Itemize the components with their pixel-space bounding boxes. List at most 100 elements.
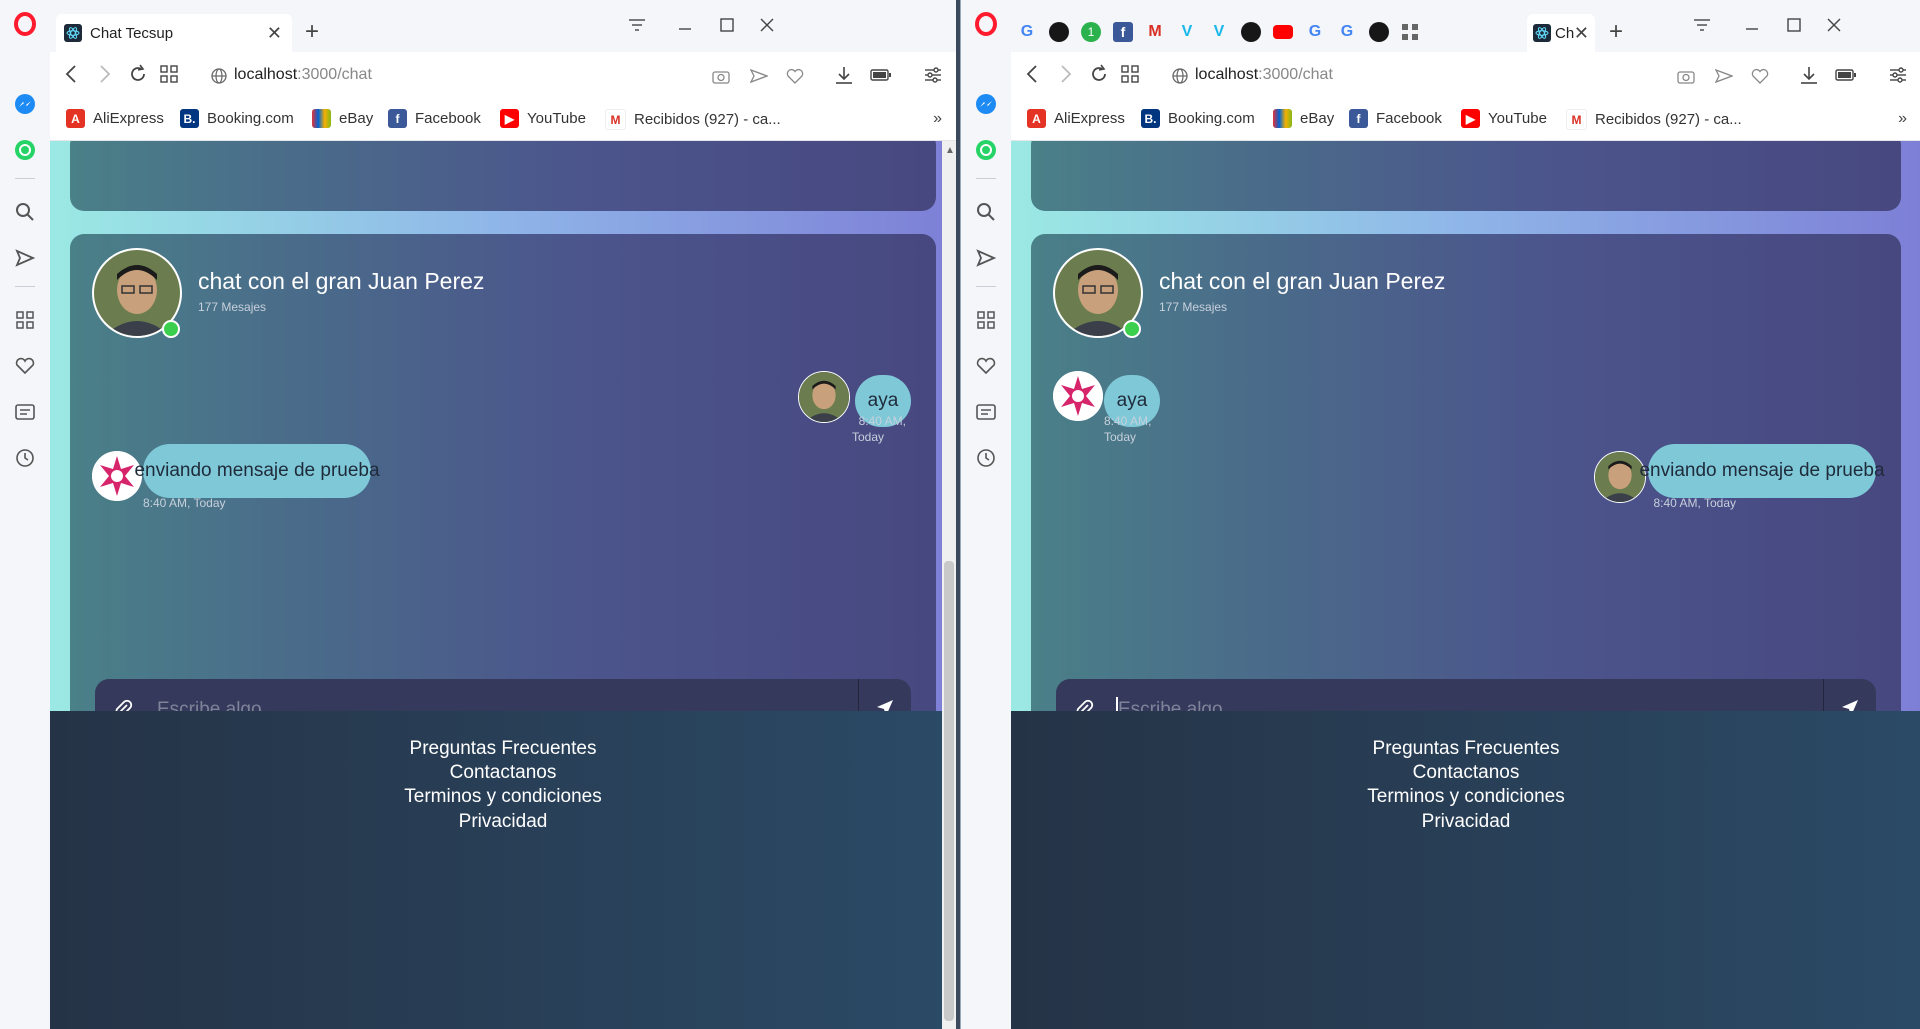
google-tab-icon[interactable]: G: [1337, 22, 1357, 42]
footer-link-faq[interactable]: Preguntas Frecuentes: [50, 738, 956, 760]
bookmark-facebook[interactable]: f Facebook: [388, 109, 481, 128]
opera-logo-icon[interactable]: [13, 12, 37, 36]
globe-icon[interactable]: [1171, 67, 1189, 90]
app-tab-icon[interactable]: 1: [1081, 22, 1101, 42]
forward-icon[interactable]: [98, 64, 112, 89]
reload-icon[interactable]: [1089, 64, 1109, 89]
bookmark-youtube[interactable]: ▶ YouTube: [500, 109, 586, 128]
google-tab-icon[interactable]: G: [1305, 22, 1325, 42]
bookmark-booking[interactable]: B. Booking.com: [1141, 109, 1255, 128]
messenger-icon[interactable]: [974, 92, 998, 116]
bookmark-aliexpress[interactable]: A AliExpress: [1027, 109, 1125, 128]
history-icon[interactable]: [974, 446, 998, 470]
bookmark-label: eBay: [1300, 110, 1335, 127]
speed-dial-icon[interactable]: [974, 308, 998, 332]
send-icon[interactable]: [974, 246, 998, 270]
bookmark-gmail[interactable]: M Recibidos (927) - ca...: [1566, 109, 1742, 130]
send-page-icon[interactable]: [749, 68, 769, 89]
send-page-icon[interactable]: [1714, 68, 1734, 89]
minimize-icon[interactable]: [1741, 14, 1763, 36]
bookmark-booking[interactable]: B. Booking.com: [180, 109, 294, 128]
search-icon[interactable]: [13, 200, 37, 224]
vimeo-tab-icon[interactable]: V: [1177, 22, 1197, 42]
url-host: localhost: [1195, 66, 1259, 83]
whatsapp-icon[interactable]: [974, 138, 998, 162]
camera-icon[interactable]: [712, 68, 730, 89]
speed-dial-tab-icon[interactable]: [1401, 23, 1419, 41]
bookmark-gmail[interactable]: M Recibidos (927) - ca...: [605, 109, 781, 130]
download-icon[interactable]: [835, 66, 853, 89]
bookmark-heart-icon[interactable]: [786, 68, 804, 89]
new-tab-icon[interactable]: +: [305, 18, 319, 46]
news-icon[interactable]: [974, 400, 998, 424]
tab-menu-icon[interactable]: [1691, 14, 1713, 36]
bookmark-facebook[interactable]: f Facebook: [1349, 109, 1442, 128]
minimize-icon[interactable]: [674, 14, 696, 36]
bookmark-ebay[interactable]: eBay: [1273, 109, 1334, 128]
url-field[interactable]: localhost:3000/chat: [234, 66, 372, 84]
maximize-icon[interactable]: [1783, 14, 1805, 36]
tab-menu-icon[interactable]: [626, 14, 648, 36]
maximize-icon[interactable]: [716, 14, 738, 36]
close-tab-icon[interactable]: ✕: [1574, 23, 1589, 44]
close-window-icon[interactable]: [1823, 14, 1845, 36]
opera-logo-icon[interactable]: [974, 12, 998, 36]
messenger-icon[interactable]: [13, 92, 37, 116]
footer-link-faq[interactable]: Preguntas Frecuentes: [1011, 738, 1920, 760]
download-icon[interactable]: [1800, 66, 1818, 89]
whatsapp-icon[interactable]: [13, 138, 37, 162]
close-tab-icon[interactable]: ✕: [267, 23, 282, 44]
globe-icon[interactable]: [210, 67, 228, 90]
url-field[interactable]: localhost:3000/chat: [1195, 66, 1333, 84]
vimeo-tab-icon[interactable]: V: [1209, 22, 1229, 42]
gmail-tab-icon[interactable]: M: [1145, 22, 1165, 42]
google-tab-icon[interactable]: G: [1017, 22, 1037, 42]
send-icon[interactable]: [13, 246, 37, 270]
bookmark-label: YouTube: [527, 110, 586, 127]
speed-dial-icon[interactable]: [13, 308, 37, 332]
easy-setup-icon[interactable]: [924, 66, 942, 89]
heart-icon[interactable]: [974, 354, 998, 378]
scrollbar-thumb[interactable]: [944, 561, 954, 1021]
tab-chat-tecsup[interactable]: Ch ✕: [1527, 14, 1595, 52]
bookmark-aliexpress[interactable]: A AliExpress: [66, 109, 164, 128]
youtube-tab-icon[interactable]: [1273, 25, 1293, 39]
forward-icon[interactable]: [1059, 64, 1073, 89]
footer-link-contact[interactable]: Contactanos: [50, 762, 956, 784]
tab-chat-tecsup[interactable]: Chat Tecsup ✕: [56, 14, 292, 52]
back-icon[interactable]: [64, 64, 78, 89]
heart-icon[interactable]: [13, 354, 37, 378]
scroll-up-icon[interactable]: ▲: [945, 145, 955, 156]
facebook-tab-icon[interactable]: f: [1113, 22, 1133, 42]
tab-title: Ch: [1555, 24, 1575, 42]
bookmark-label: Facebook: [1376, 110, 1442, 127]
news-icon[interactable]: [13, 400, 37, 424]
speed-dial-icon[interactable]: [160, 65, 178, 88]
reload-icon[interactable]: [128, 64, 148, 89]
search-icon[interactable]: [974, 200, 998, 224]
more-bookmarks-icon[interactable]: »: [1898, 110, 1907, 128]
bookmark-ebay[interactable]: eBay: [312, 109, 373, 128]
github-tab-icon[interactable]: [1369, 22, 1389, 42]
footer-link-privacy[interactable]: Privacidad: [1011, 811, 1920, 833]
github-tab-icon[interactable]: [1049, 22, 1069, 42]
scrollbar[interactable]: ▲: [942, 141, 956, 1029]
camera-icon[interactable]: [1677, 68, 1695, 89]
new-tab-icon[interactable]: +: [1609, 18, 1623, 46]
bookmark-heart-icon[interactable]: [1751, 68, 1769, 89]
close-window-icon[interactable]: [756, 14, 778, 36]
easy-setup-icon[interactable]: [1889, 66, 1907, 89]
github-tab-icon[interactable]: [1241, 22, 1261, 42]
footer-link-privacy[interactable]: Privacidad: [50, 811, 956, 833]
address-bar: localhost:3000/chat: [50, 52, 956, 100]
battery-icon[interactable]: [1835, 68, 1857, 87]
bookmark-youtube[interactable]: ▶ YouTube: [1461, 109, 1547, 128]
more-bookmarks-icon[interactable]: »: [933, 110, 942, 128]
footer-link-contact[interactable]: Contactanos: [1011, 762, 1920, 784]
back-icon[interactable]: [1025, 64, 1039, 89]
speed-dial-icon[interactable]: [1121, 65, 1139, 88]
footer-link-terms[interactable]: Terminos y condiciones: [50, 786, 956, 808]
battery-icon[interactable]: [870, 68, 892, 87]
history-icon[interactable]: [13, 446, 37, 470]
footer-link-terms[interactable]: Terminos y condiciones: [1011, 786, 1920, 808]
